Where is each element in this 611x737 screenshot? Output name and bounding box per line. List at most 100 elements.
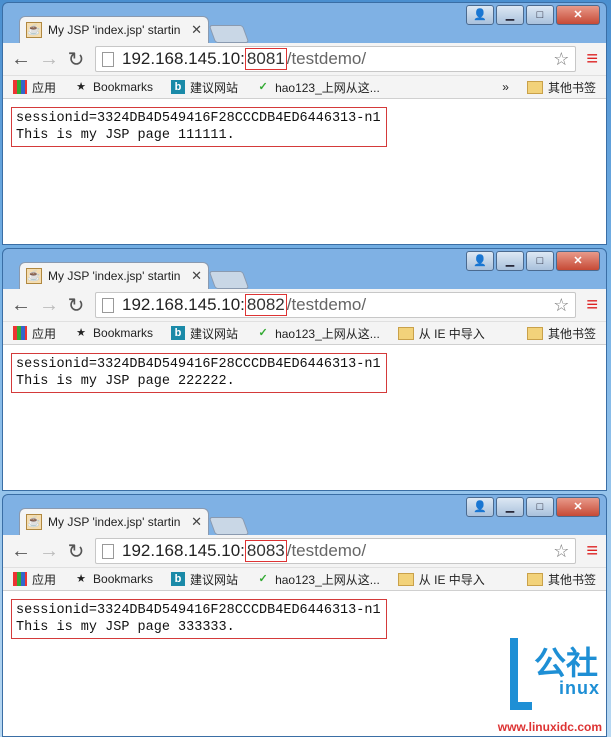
bookmark-apps[interactable]: 应用 [13,325,56,342]
page-icon [102,543,114,559]
url-host: 192.168.145.10: [122,541,245,560]
jsp-favicon-icon: ☕ [26,268,42,284]
bookmark-star-icon[interactable]: ☆ [553,49,569,70]
bookmarks-bar: 应用 ★ Bookmarks b 建议网站 ✓ hao123_上网从这... 从 IE… [3,568,606,591]
browser-tab[interactable]: ☕ My JSP 'index.jsp' startin ✕ [19,508,209,535]
new-tab-button[interactable] [208,271,250,289]
window-controls: 👤 ▁ □ ✕ [466,497,600,517]
watermark-brand: inux [558,678,600,698]
toolbar: ← → ↻ 192.168.145.10: 8082 /testdemo/ ☆ … [3,289,606,322]
page-text-line: This is my JSP page 222222. [16,374,235,389]
browser-tab[interactable]: ☕ My JSP 'index.jsp' startin ✕ [19,262,209,289]
bookmark-label: 建议网站 [190,572,239,587]
bookmark-label: 应用 [32,326,57,341]
forward-icon[interactable]: → [39,294,59,317]
reload-icon[interactable]: ↻ [67,293,85,318]
maximize-button[interactable]: □ [526,251,554,271]
bookmark-star-icon[interactable]: ☆ [553,295,569,316]
bookmark-import-ie[interactable]: 从 IE 中导入 [397,325,485,342]
menu-icon[interactable]: ≡ [586,540,598,563]
session-output: sessionid=3324DB4D549416F28CCCDB4ED64463… [11,599,387,639]
folder-icon [526,572,543,586]
user-icon[interactable]: 👤 [466,5,494,25]
close-window-button[interactable]: ✕ [556,251,600,271]
hao123-icon: ✓ [258,573,268,585]
toolbar: ← → ↻ 192.168.145.10: 8083 /testdemo/ ☆ … [3,535,606,568]
close-tab-icon[interactable]: ✕ [191,268,202,284]
title-bar: ☕ My JSP 'index.jsp' startin ✕ 👤 ▁ □ ✕ [3,3,606,43]
bookmark-bookmarks[interactable]: ★ Bookmarks [74,80,153,94]
address-bar[interactable]: 192.168.145.10: 8082 /testdemo/ ☆ [95,292,577,318]
forward-icon[interactable]: → [39,540,59,563]
bookmark-hao123[interactable]: ✓ hao123_上网从这... [256,571,380,588]
bookmark-bookmarks[interactable]: ★ Bookmarks [74,572,153,586]
reload-icon[interactable]: ↻ [67,47,85,72]
folder-icon [397,326,414,340]
bookmark-label: hao123_上网从这... [275,326,380,341]
bookmark-label: 建议网站 [190,80,239,95]
minimize-button[interactable]: ▁ [496,251,524,271]
window-controls: 👤 ▁ □ ✕ [466,251,600,271]
url-host: 192.168.145.10: [122,295,245,314]
menu-icon[interactable]: ≡ [586,48,598,71]
back-icon[interactable]: ← [11,294,31,317]
bookmark-label: Bookmarks [93,80,154,94]
back-icon[interactable]: ← [11,540,31,563]
maximize-button[interactable]: □ [526,497,554,517]
bookmark-label: hao123_上网从这... [275,80,380,95]
other-bookmarks[interactable]: 其他书签 [526,325,596,342]
user-icon[interactable]: 👤 [466,497,494,517]
forward-icon[interactable]: → [39,48,59,71]
url-port: 8082 [244,294,287,316]
other-bookmarks[interactable]: 其他书签 [526,571,596,588]
bookmark-import-ie[interactable]: 从 IE 中导入 [397,571,485,588]
bookmark-hao123[interactable]: ✓ hao123_上网从这... [256,79,380,96]
bookmark-label: 其他书签 [547,572,596,587]
bookmark-suggested[interactable]: b 建议网站 [171,571,238,588]
bookmark-bookmarks[interactable]: ★ Bookmarks [74,326,153,340]
other-bookmarks[interactable]: 其他书签 [526,79,596,96]
bookmark-label: 其他书签 [547,326,596,341]
apps-icon [13,572,27,586]
close-tab-icon[interactable]: ✕ [191,514,202,530]
bookmark-suggested[interactable]: b 建议网站 [171,325,238,342]
new-tab-button[interactable] [208,25,250,43]
bookmark-label: 其他书签 [547,80,596,95]
user-icon[interactable]: 👤 [466,251,494,271]
address-bar[interactable]: 192.168.145.10: 8083 /testdemo/ ☆ [95,538,577,564]
jsp-favicon-icon: ☕ [26,514,42,530]
bookmark-star-icon[interactable]: ☆ [553,541,569,562]
close-window-button[interactable]: ✕ [556,497,600,517]
bookmark-hao123[interactable]: ✓ hao123_上网从这... [256,325,380,342]
bookmark-label: 从 IE 中导入 [418,572,485,587]
jsp-favicon-icon: ☕ [26,22,42,38]
minimize-button[interactable]: ▁ [496,5,524,25]
reload-icon[interactable]: ↻ [67,539,85,564]
hao123-icon: ✓ [258,81,268,93]
url-port: 8081 [244,48,287,70]
bookmarks-overflow[interactable]: » [502,80,509,94]
menu-icon[interactable]: ≡ [586,294,598,317]
new-tab-button[interactable] [208,517,250,535]
close-tab-icon[interactable]: ✕ [191,22,202,38]
bookmark-apps[interactable]: 应用 [13,79,56,96]
bookmark-label: hao123_上网从这... [275,572,380,587]
tab-title: My JSP 'index.jsp' startin [48,23,181,37]
bookmark-apps[interactable]: 应用 [13,571,56,588]
url-host: 192.168.145.10: [122,49,245,68]
maximize-button[interactable]: □ [526,5,554,25]
back-icon[interactable]: ← [11,48,31,71]
close-window-button[interactable]: ✕ [556,5,600,25]
session-id-line: sessionid=3324DB4D549416F28CCCDB4ED64463… [16,603,381,618]
bookmarks-bar: 应用 ★ Bookmarks b 建议网站 ✓ hao123_上网从这... 从 IE… [3,322,606,345]
browser-tab[interactable]: ☕ My JSP 'index.jsp' startin ✕ [19,16,209,43]
page-content: sessionid=3324DB4D549416F28CCCDB4ED64463… [3,345,606,490]
bookmark-suggested[interactable]: b 建议网站 [171,79,238,96]
address-bar[interactable]: 192.168.145.10: 8081 /testdemo/ ☆ [95,46,577,72]
browser-window-1: ☕ My JSP 'index.jsp' startin ✕ 👤 ▁ □ ✕ ←… [2,2,607,245]
browser-window-2: ☕ My JSP 'index.jsp' startin ✕ 👤 ▁ □ ✕ ←… [2,248,607,491]
browser-window-3: ☕ My JSP 'index.jsp' startin ✕ 👤 ▁ □ ✕ ←… [2,494,607,737]
minimize-button[interactable]: ▁ [496,497,524,517]
site-watermark: 公社 inux www.linuxidc.com [498,638,602,734]
folder-icon [526,80,543,94]
